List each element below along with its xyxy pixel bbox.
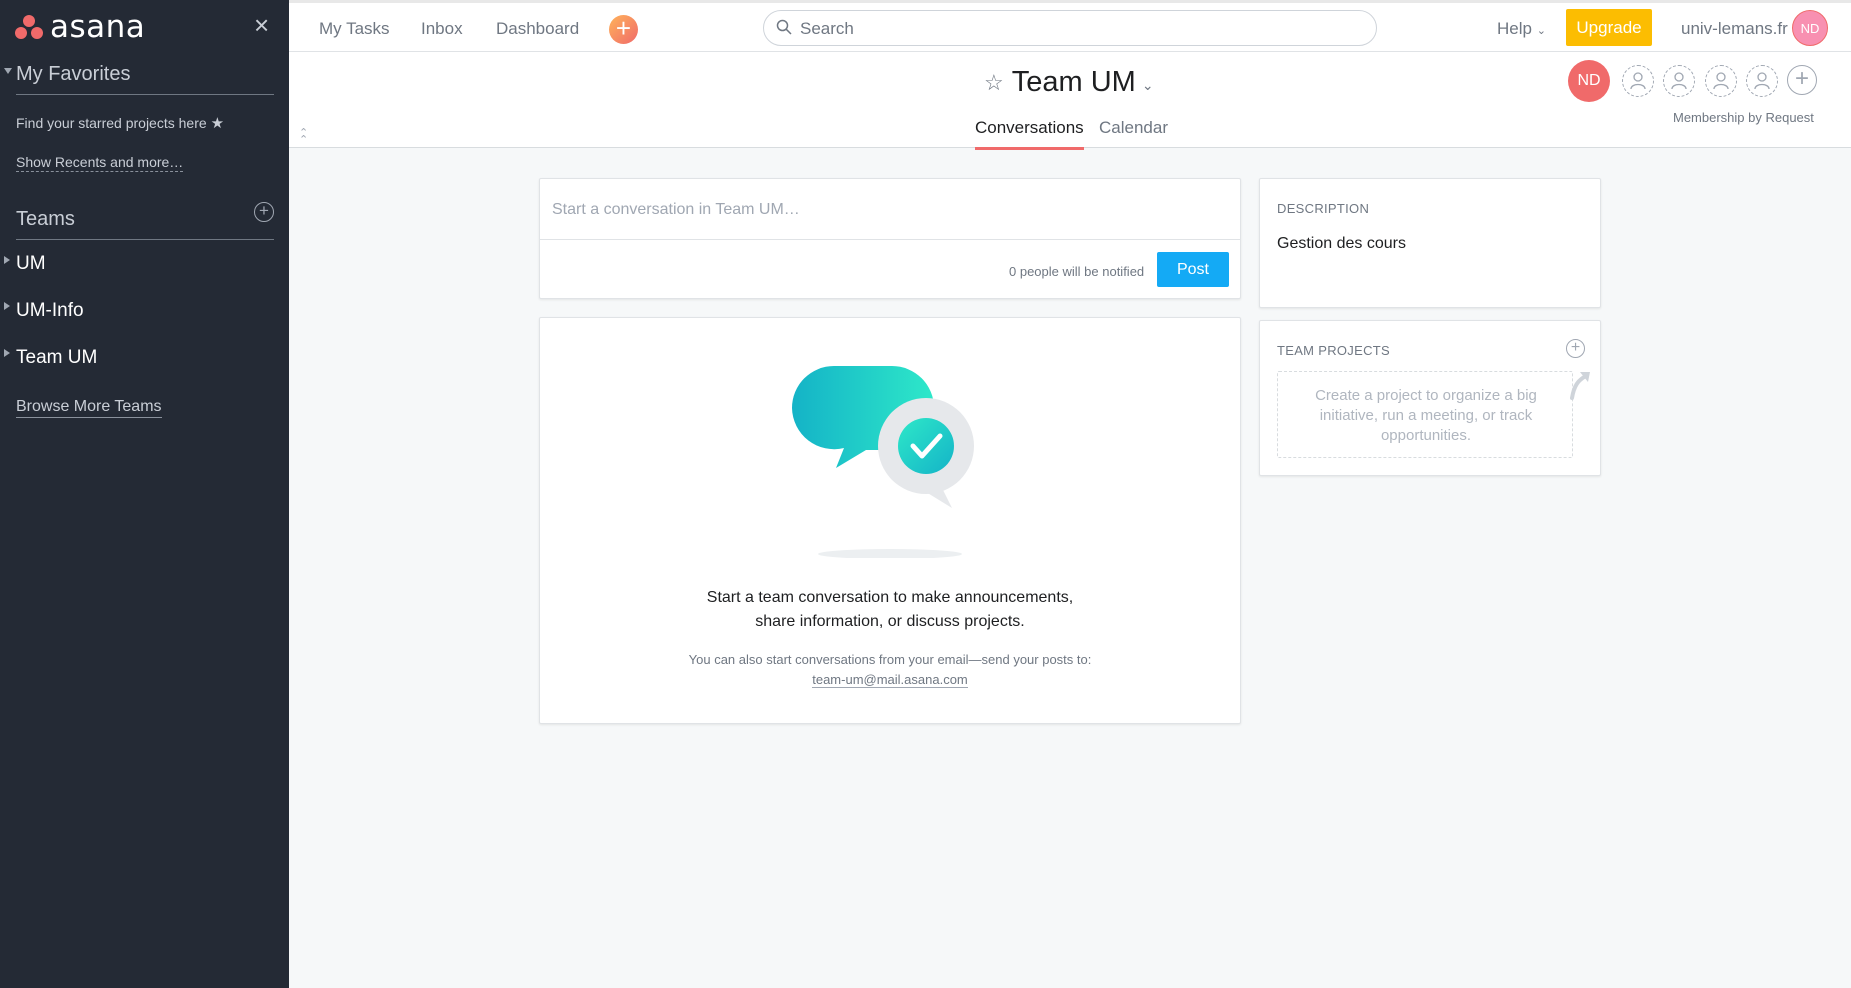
browse-more-teams-link[interactable]: Browse More Teams — [16, 398, 162, 418]
member-avatar[interactable]: ND — [1568, 60, 1610, 102]
empty-member-slot-icon[interactable] — [1705, 65, 1737, 97]
search-icon — [776, 19, 792, 35]
teams-header[interactable]: Teams — [16, 208, 274, 240]
sidebar-team-um-info[interactable]: UM-Info — [16, 300, 84, 322]
workspace-switcher[interactable]: univ-lemans.fr — [1681, 19, 1788, 39]
create-project-placeholder[interactable]: Create a project to organize a big initi… — [1277, 371, 1590, 458]
team-projects-label: TEAM PROJECTS — [1277, 343, 1390, 358]
favorites-hint: Find your starred projects here ★ — [16, 114, 224, 132]
tab-conversations[interactable]: Conversations — [975, 118, 1084, 150]
top-bar: My Tasks Inbox Dashboard + Search Help ⌄… — [289, 0, 1851, 52]
team-email: team-um@mail.asana.com — [540, 672, 1240, 688]
description-text[interactable]: Gestion des cours — [1277, 235, 1406, 253]
sidebar: asana × My Favorites Find your starred p… — [0, 0, 289, 988]
expand-team-icon[interactable] — [4, 256, 10, 264]
add-member-icon[interactable]: + — [1787, 65, 1817, 95]
expand-team-icon[interactable] — [4, 302, 10, 310]
star-icon: ★ — [210, 115, 225, 132]
team-projects-card: TEAM PROJECTS + Create a project to orga… — [1259, 320, 1601, 476]
chat-bubbles-illustration — [792, 366, 974, 558]
nav-my-tasks[interactable]: My Tasks — [319, 19, 390, 39]
tab-calendar[interactable]: Calendar — [1099, 118, 1168, 138]
help-label: Help — [1497, 19, 1532, 38]
sidebar-team-um[interactable]: UM — [16, 253, 46, 275]
team-header: ☆ Team UM ⌄ Conversations Calendar ⌃ ⌃ ND… — [289, 52, 1851, 150]
asana-logo-icon — [14, 14, 44, 40]
chevron-down-icon[interactable]: ⌄ — [1142, 77, 1154, 94]
sidebar-team-team-um[interactable]: Team UM — [16, 347, 97, 369]
page-title[interactable]: Team UM — [1012, 66, 1136, 99]
collapse-header-icon[interactable]: ⌃ ⌃ — [299, 127, 308, 145]
favorites-hint-text: Find your starred projects here — [16, 115, 207, 131]
expand-team-icon[interactable] — [4, 349, 10, 357]
upgrade-button[interactable]: Upgrade — [1566, 9, 1652, 46]
search-placeholder: Search — [800, 19, 854, 38]
chevron-down-icon: ⌄ — [1536, 25, 1546, 37]
add-project-icon[interactable]: + — [1566, 339, 1585, 358]
team-title-row: ☆ Team UM ⌄ — [984, 66, 1154, 99]
logo-text: asana — [50, 9, 146, 45]
empty-member-slot-icon[interactable] — [1622, 65, 1654, 97]
quick-add-button[interactable]: + — [609, 15, 638, 44]
notified-count: 0 people will be notified — [1009, 264, 1145, 279]
empty-member-slot-icon[interactable] — [1746, 65, 1778, 97]
empty-state-line1: Start a team conversation to make announ… — [706, 589, 1074, 606]
create-project-text: Create a project to organize a big initi… — [1315, 387, 1537, 444]
empty-state-line2: share information, or discuss projects. — [755, 613, 1025, 630]
favorites-header[interactable]: My Favorites — [16, 63, 274, 95]
divider — [540, 239, 1240, 240]
conversation-composer: Start a conversation in Team UM… 0 peopl… — [539, 178, 1241, 299]
add-team-icon[interactable]: + — [254, 202, 274, 222]
empty-state-message: Start a team conversation to make announ… — [540, 586, 1240, 634]
collapse-favorites-icon[interactable] — [4, 68, 12, 74]
nav-inbox[interactable]: Inbox — [421, 19, 463, 39]
conversation-input[interactable]: Start a conversation in Team UM… — [552, 201, 800, 219]
membership-setting[interactable]: Membership by Request — [1673, 110, 1814, 125]
nav-dashboard[interactable]: Dashboard — [496, 19, 579, 39]
asana-logo[interactable]: asana — [14, 9, 146, 45]
help-menu[interactable]: Help ⌄ — [1497, 19, 1546, 39]
team-email-link[interactable]: team-um@mail.asana.com — [812, 672, 968, 688]
empty-conversations-card: Start a team conversation to make announ… — [539, 317, 1241, 724]
post-button[interactable]: Post — [1157, 252, 1229, 287]
search-input[interactable]: Search — [763, 10, 1377, 46]
close-sidebar-icon[interactable]: × — [254, 12, 269, 38]
email-hint: You can also start conversations from yo… — [688, 652, 1092, 667]
user-avatar[interactable]: ND — [1792, 10, 1828, 46]
favorite-star-icon[interactable]: ☆ — [984, 70, 1004, 96]
show-recents-link[interactable]: Show Recents and more… — [16, 154, 184, 172]
curved-arrow-icon — [1570, 372, 1590, 400]
description-card: DESCRIPTION Gestion des cours — [1259, 178, 1601, 308]
empty-member-slot-icon[interactable] — [1663, 65, 1695, 97]
description-label: DESCRIPTION — [1277, 201, 1370, 216]
